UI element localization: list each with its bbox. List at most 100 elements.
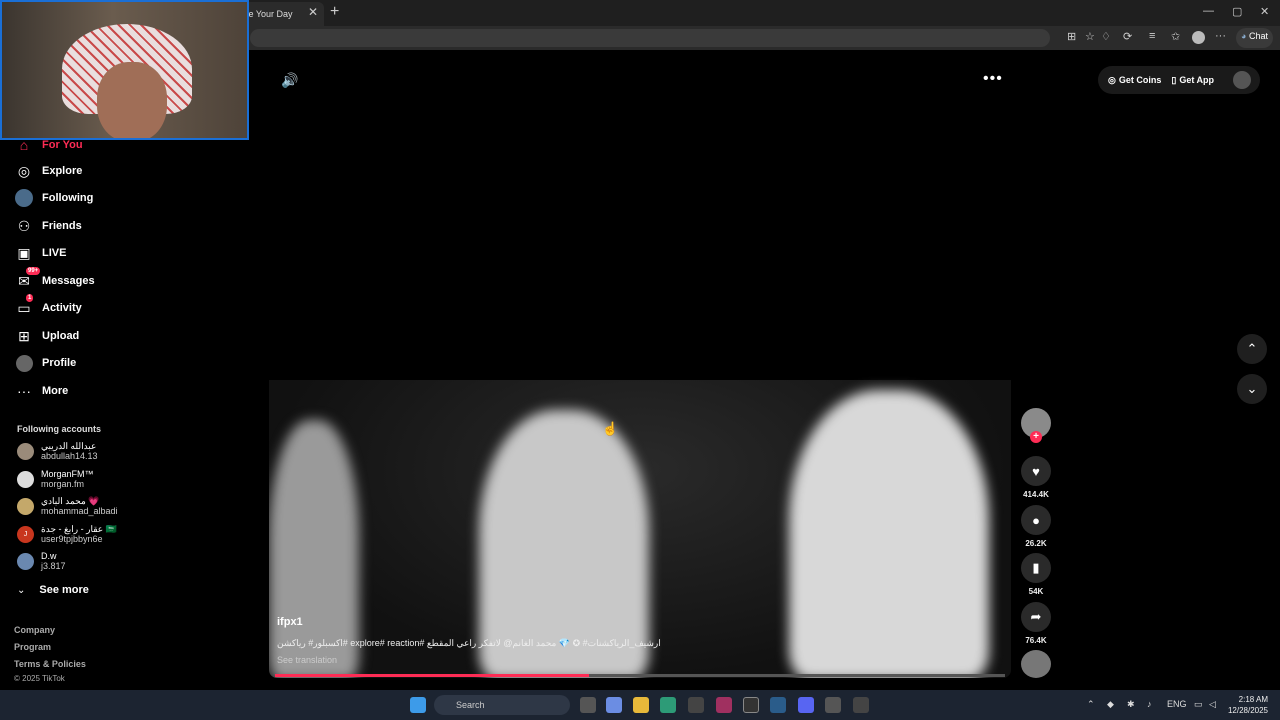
see-more-label: See more — [39, 584, 89, 596]
minimize-button[interactable]: — — [1203, 5, 1214, 17]
sidebar-item-upload[interactable]: ⊞ Upload — [14, 324, 79, 348]
store-icon[interactable] — [688, 697, 704, 713]
sidebar-item-following[interactable]: Following — [14, 186, 93, 210]
tray-app-icon[interactable]: ◆ — [1107, 699, 1114, 710]
volume-tray-icon[interactable]: ◁ — [1209, 699, 1216, 710]
following-account[interactable]: MorganFM™ morgan.fm — [17, 466, 94, 492]
tab-title: ke Your Day — [244, 9, 293, 19]
copyright-text: © 2025 TikTok — [14, 674, 65, 683]
avatar: J — [17, 525, 34, 543]
copilot-icon[interactable] — [606, 697, 622, 713]
more-options-icon[interactable]: ••• — [983, 70, 1003, 88]
activity-badge: 1 — [26, 294, 34, 302]
steam-icon[interactable] — [770, 697, 786, 713]
address-field[interactable] — [250, 29, 1050, 47]
language-indicator[interactable]: ENG — [1167, 699, 1187, 709]
footer-link-program[interactable]: Program — [14, 642, 51, 652]
heart-icon: ♥ — [1021, 456, 1051, 486]
see-translation-link[interactable]: See translation — [277, 655, 337, 665]
comment-button[interactable]: ● 26.2K — [1021, 505, 1051, 548]
close-window-button[interactable]: ✕ — [1260, 5, 1269, 18]
avatar — [17, 552, 34, 570]
sidebar-item-messages[interactable]: ✉ 99+ Messages — [14, 267, 95, 293]
tray-overflow-icon[interactable]: ⌃ — [1087, 699, 1095, 710]
following-account[interactable]: عبدالله الدريبي abdullah14.13 — [17, 438, 98, 464]
app-icon-2[interactable] — [853, 697, 869, 713]
bluetooth-icon[interactable]: ✱ — [1127, 699, 1135, 710]
get-app-label: Get App — [1179, 75, 1214, 85]
save-count: 54K — [1028, 587, 1044, 596]
taskbar-clock[interactable]: 2:18 AM 12/28/2025 — [1224, 694, 1268, 716]
volume-icon[interactable]: 🔊 — [281, 72, 298, 89]
see-more-button[interactable]: ⌄ See more — [17, 578, 89, 602]
sidebar-item-profile[interactable]: Profile — [14, 351, 76, 375]
opera-icon[interactable] — [716, 697, 732, 713]
messages-icon: ✉ 99+ — [18, 267, 41, 289]
account-username: j3.817 — [41, 561, 66, 571]
coin-icon: ◎ — [1108, 74, 1116, 85]
share-button[interactable]: ➦ 76.4K — [1021, 602, 1051, 645]
share-icon: ➦ — [1021, 602, 1051, 632]
get-app-button[interactable]: ▯ Get App — [1171, 75, 1214, 86]
footer-link-terms[interactable]: Terms & Policies — [14, 659, 86, 669]
new-tab-button[interactable]: + — [330, 3, 339, 21]
sidebar-item-explore[interactable]: ◎ Explore — [14, 159, 82, 183]
get-coins-button[interactable]: ◎ Get Coins — [1108, 75, 1161, 86]
save-button[interactable]: ▮ 54K — [1021, 553, 1051, 596]
sidebar-item-label: Messages — [42, 275, 95, 287]
browser-profile-icon[interactable] — [1192, 31, 1205, 44]
following-account[interactable]: D.w j3.817 — [17, 548, 66, 574]
taskbar-search[interactable]: Search — [434, 695, 570, 715]
sidebar-item-live[interactable]: ▣ LIVE — [14, 241, 66, 265]
account-username: mohammad_albadi — [41, 506, 118, 516]
chat-label: Chat — [1248, 31, 1268, 41]
sidebar-item-more[interactable]: ··· More — [14, 379, 68, 403]
following-account[interactable]: محمد البادي 💗 mohammad_albadi — [17, 493, 118, 519]
copilot-chat-button[interactable]: ◕ Chat — [1236, 28, 1273, 48]
video-frame — [269, 380, 1011, 678]
previous-video-button[interactable]: ⌃ — [1237, 334, 1267, 364]
next-video-button[interactable]: ⌄ — [1237, 374, 1267, 404]
star-icon[interactable]: ☆ — [1085, 30, 1095, 43]
messages-badge: 99+ — [26, 267, 41, 275]
following-account[interactable]: J عقار - رابغ - جدة 🇸🇦 user9tpjbbyn6e — [17, 521, 117, 547]
follow-plus-icon[interactable]: + — [1030, 431, 1042, 443]
more-icon: ··· — [17, 383, 31, 399]
network-icon[interactable]: ▭ — [1194, 699, 1203, 710]
account-username: user9tpjbbyn6e — [41, 534, 103, 544]
discord-icon[interactable] — [798, 697, 814, 713]
video-progress-bar[interactable] — [275, 674, 1005, 677]
sidebar-item-friends[interactable]: ⚇ Friends — [14, 214, 82, 238]
menu-icon[interactable]: ··· — [1215, 30, 1226, 42]
task-view-icon[interactable] — [580, 697, 596, 713]
app-g-icon[interactable] — [743, 697, 759, 713]
grid-icon[interactable]: ⊞ — [1067, 30, 1076, 43]
account-name: MorganFM™ — [41, 469, 94, 479]
reading-list-icon[interactable]: ≡ — [1149, 30, 1155, 42]
music-disc[interactable] — [1021, 650, 1051, 678]
app-icon[interactable] — [825, 697, 841, 713]
video-player[interactable]: 🔊 ••• ifpx1 اكسبلور# رياكشن# explore# re… — [269, 50, 1011, 678]
favorites-icon[interactable]: ✩ — [1171, 30, 1180, 43]
sidebar-item-activity[interactable]: ▭ 1 Activity — [14, 294, 82, 320]
bookmark-icon: ▮ — [1021, 553, 1051, 583]
edge-icon[interactable] — [660, 697, 676, 713]
account-name: عبدالله الدريبي — [41, 441, 97, 451]
footer-link-company[interactable]: Company — [14, 625, 55, 635]
sidebar-item-label: Activity — [42, 302, 82, 314]
chevron-up-icon: ⌃ — [1246, 341, 1258, 356]
like-button[interactable]: ♥ 414.4K — [1021, 456, 1051, 499]
bell-icon[interactable]: ♢ — [1101, 30, 1111, 43]
account-username: abdullah14.13 — [41, 451, 98, 461]
file-explorer-icon[interactable] — [633, 697, 649, 713]
profile-avatar[interactable] — [1233, 71, 1251, 89]
friends-icon: ⚇ — [17, 217, 31, 234]
get-coins-label: Get Coins — [1118, 75, 1162, 85]
video-author[interactable]: ifpx1 — [277, 616, 303, 628]
microphone-icon[interactable]: ♪ — [1147, 699, 1152, 709]
windows-start-icon[interactable] — [410, 697, 426, 713]
tab-close-icon[interactable]: ✕ — [308, 5, 318, 19]
maximize-button[interactable]: ▢ — [1232, 5, 1242, 18]
extensions-icon[interactable]: ⟳ — [1123, 30, 1132, 43]
sidebar-item-label: Profile — [42, 357, 77, 369]
